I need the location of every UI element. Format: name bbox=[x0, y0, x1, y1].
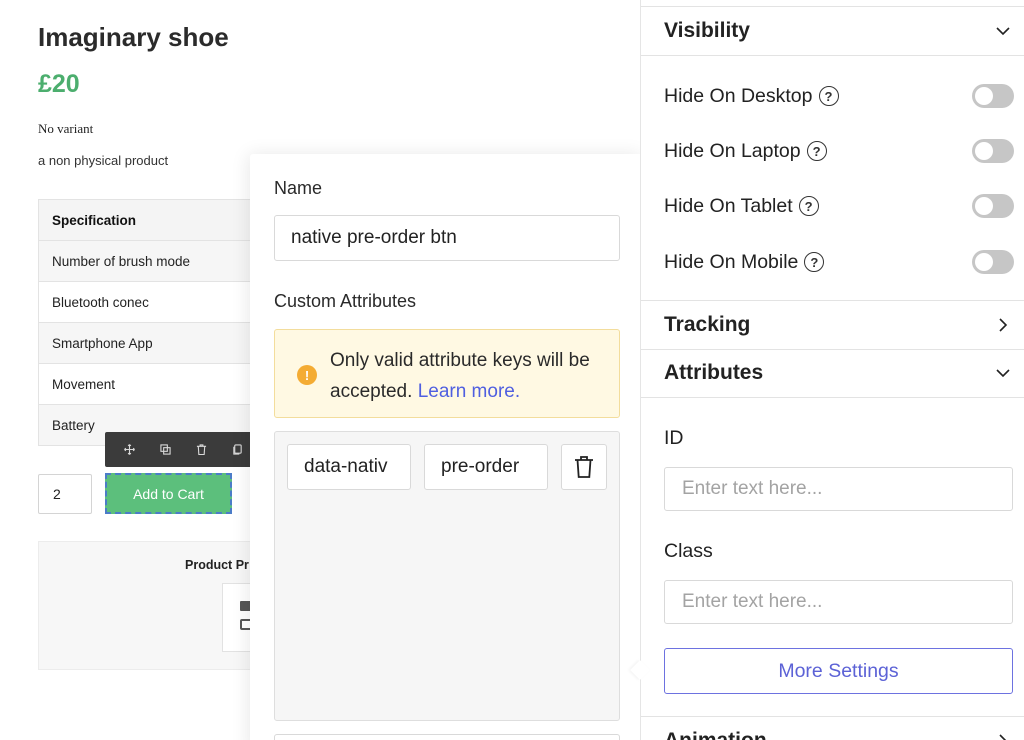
toggle-label: Hide On Tablet bbox=[664, 194, 793, 217]
section-title: Animation bbox=[664, 729, 767, 740]
section-title: Attributes bbox=[664, 361, 764, 384]
id-label: ID bbox=[664, 427, 684, 449]
table-cell: Bluetooth conec bbox=[38, 281, 268, 323]
hide-mobile-toggle[interactable] bbox=[972, 250, 1014, 274]
toggle-label-wrap: Hide On Desktop? bbox=[664, 85, 839, 108]
toggle-label-wrap: Hide On Mobile? bbox=[664, 250, 825, 274]
toggle-row-mobile: Hide On Mobile? bbox=[664, 247, 1014, 277]
hide-desktop-toggle[interactable] bbox=[972, 84, 1014, 108]
variant-text: No variant bbox=[38, 121, 94, 136]
toggle-row-laptop: Hide On Laptop? bbox=[664, 136, 1014, 166]
chevron-right-icon bbox=[999, 734, 1007, 740]
id-input[interactable] bbox=[664, 467, 1013, 511]
table-row: Bluetooth conec bbox=[38, 281, 268, 323]
hide-laptop-toggle[interactable] bbox=[972, 139, 1014, 163]
toggle-row-desktop: Hide On Desktop? bbox=[664, 81, 1014, 111]
section-header-animation[interactable]: Animation bbox=[641, 717, 1024, 740]
toggle-label: Hide On Mobile bbox=[664, 250, 799, 273]
section-title: Visibility bbox=[664, 19, 750, 42]
add-attribute-input[interactable] bbox=[274, 734, 620, 740]
specification-table: Specification Number of brush mode Bluet… bbox=[38, 199, 268, 446]
class-label: Class bbox=[664, 540, 713, 562]
section-title: Tracking bbox=[664, 313, 751, 336]
warning-icon: ! bbox=[297, 365, 317, 385]
table-header-cell: Specification bbox=[38, 199, 268, 241]
name-input[interactable] bbox=[274, 215, 620, 261]
toggle-label-wrap: Hide On Laptop? bbox=[664, 140, 827, 163]
toggle-row-tablet: Hide On Tablet? bbox=[664, 191, 1014, 221]
help-icon[interactable]: ? bbox=[798, 196, 819, 216]
chevron-down-icon bbox=[996, 369, 1010, 378]
attribute-list bbox=[274, 431, 620, 721]
section-header-tracking[interactable]: Tracking bbox=[641, 301, 1024, 349]
divider bbox=[641, 397, 1024, 398]
toggle-label: Hide On Laptop bbox=[664, 139, 801, 162]
duplicate-icon[interactable] bbox=[149, 432, 181, 467]
learn-more-link[interactable]: Learn more. bbox=[418, 381, 520, 402]
table-cell: Movement bbox=[38, 363, 268, 405]
copy-icon[interactable] bbox=[221, 432, 253, 467]
delete-icon[interactable] bbox=[185, 432, 217, 467]
product-title: Imaginary shoe bbox=[38, 22, 229, 52]
delete-attribute-button[interactable] bbox=[561, 444, 607, 490]
class-input[interactable] bbox=[664, 580, 1013, 624]
name-label: Name bbox=[274, 178, 323, 198]
table-row: Smartphone App bbox=[38, 322, 268, 364]
notice-text-block: Only valid attribute keys will be accept… bbox=[330, 345, 610, 407]
attribute-key-input[interactable] bbox=[287, 444, 411, 490]
toggle-label-wrap: Hide On Tablet? bbox=[664, 195, 819, 218]
section-header-visibility[interactable]: Visibility bbox=[641, 7, 1024, 55]
help-icon[interactable]: ? bbox=[806, 141, 827, 161]
table-header-row: Specification bbox=[38, 199, 268, 241]
attribute-value-input[interactable] bbox=[424, 444, 548, 490]
product-price: £20 bbox=[38, 70, 80, 98]
table-cell: Number of brush mode bbox=[38, 240, 268, 282]
help-icon[interactable]: ? bbox=[818, 86, 839, 106]
attributes-popover: Name Custom Attributes ! Only valid attr… bbox=[250, 154, 643, 740]
product-block: Product Pr bbox=[38, 541, 268, 670]
element-toolbar bbox=[105, 432, 255, 467]
toggle-label: Hide On Desktop bbox=[664, 84, 813, 107]
chevron-down-icon bbox=[996, 27, 1010, 36]
hide-tablet-toggle[interactable] bbox=[972, 194, 1014, 218]
help-icon[interactable]: ? bbox=[804, 252, 825, 272]
product-block-label: Product Pr bbox=[185, 558, 249, 572]
table-cell: Smartphone App bbox=[38, 322, 268, 364]
chevron-right-icon bbox=[999, 318, 1008, 332]
section-header-attributes[interactable]: Attributes bbox=[641, 349, 1024, 397]
custom-attributes-label: Custom Attributes bbox=[274, 291, 417, 311]
divider bbox=[641, 55, 1024, 56]
notice-box: ! Only valid attribute keys will be acce… bbox=[274, 329, 620, 418]
table-row: Movement bbox=[38, 363, 268, 405]
trash-icon bbox=[575, 456, 593, 478]
product-description: a non physical product bbox=[38, 153, 169, 168]
add-to-cart-button[interactable]: Add to Cart bbox=[105, 473, 232, 514]
quantity-input[interactable] bbox=[38, 474, 92, 514]
more-settings-button[interactable]: More Settings bbox=[664, 648, 1013, 694]
settings-panel: Visibility Hide On Desktop? Hide On Lapt… bbox=[630, 0, 1024, 740]
table-row: Number of brush mode bbox=[38, 240, 268, 282]
move-icon[interactable] bbox=[113, 432, 145, 467]
